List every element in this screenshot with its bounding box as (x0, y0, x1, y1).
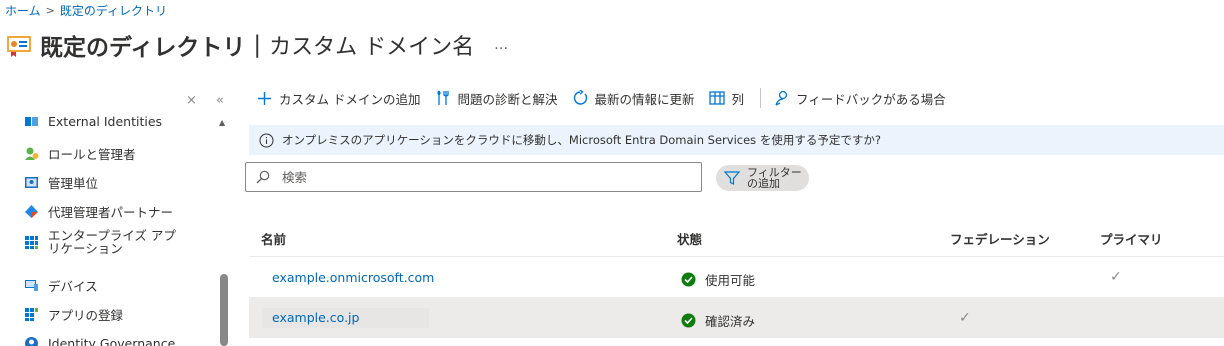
feedback-icon (773, 90, 790, 107)
status-cell: 使用可能 (681, 270, 755, 289)
sidebar-item-devices[interactable]: デバイス (24, 276, 98, 295)
page-title: 既定のディレクトリ (40, 35, 246, 61)
primary-check: ✓ (1110, 269, 1122, 285)
refresh-button[interactable]: 最新の情報に更新 (572, 89, 695, 108)
diagnose-solve-label: 問題の診断と解決 (457, 91, 558, 107)
toolbar-divider (760, 88, 762, 108)
directory-icon (7, 36, 31, 57)
columns-button[interactable]: 列 (709, 89, 745, 108)
add-filter-button[interactable]: フィルターの追加 (716, 165, 809, 191)
enterprise-apps-icon (25, 235, 38, 249)
add-custom-domain-label: カスタム ドメインの追加 (279, 91, 421, 107)
collapse-sidebar-icon[interactable]: « (216, 93, 224, 108)
sidebar-item-app-registrations[interactable]: アプリの登録 (24, 305, 123, 324)
wrench-icon (434, 90, 451, 107)
info-banner: オンプレミスのアプリケーションをクラウドに移動し、Microsoft Entra… (249, 125, 1224, 155)
feedback-label: フィードバックがある場合 (796, 91, 946, 107)
search-input[interactable] (282, 169, 682, 185)
page-subtitle: カスタム ドメイン名 (269, 35, 475, 60)
sidebar-item-external-identities[interactable]: External Identities (24, 114, 162, 129)
federation-check: ✓ (959, 310, 971, 326)
sidebar-item-identity-governance[interactable]: Identity Governance (24, 336, 175, 346)
devices-icon (25, 280, 38, 291)
check-circle-icon (681, 272, 696, 287)
plus-icon (256, 90, 273, 107)
diagnose-solve-button[interactable]: 問題の診断と解決 (434, 89, 558, 108)
sidebar-item-label: External Identities (48, 114, 163, 129)
sidebar-scrollbar[interactable] (220, 274, 228, 346)
sidebar-item-admin-units[interactable]: 管理単位 (24, 173, 98, 192)
sidebar: × « ▲ External Identities ロールと管理者 管理単位 代… (0, 84, 240, 346)
external-identities-icon (25, 117, 38, 126)
sidebar-item-label: デバイス (48, 279, 98, 294)
add-custom-domain-button[interactable]: カスタム ドメインの追加 (256, 89, 420, 108)
title-separator: | (253, 32, 262, 58)
status-text: 使用可能 (705, 273, 756, 288)
breadcrumb: ホーム > 既定のディレクトリ (5, 2, 167, 19)
table-row[interactable]: example.co.jp 確認済み ✓ (249, 298, 1224, 338)
info-icon (259, 133, 274, 147)
breadcrumb-separator: > (45, 4, 55, 17)
identity-governance-icon (25, 337, 38, 346)
column-header-federation[interactable]: フェデレーション (950, 229, 1050, 248)
feedback-button[interactable]: フィードバックがある場合 (773, 89, 946, 108)
page-header: 既定のディレクトリ | カスタム ドメイン名 … (6, 28, 508, 62)
breadcrumb-home[interactable]: ホーム (5, 2, 41, 19)
admin-units-icon (25, 177, 38, 188)
columns-icon (709, 90, 726, 107)
sidebar-item-label: Identity Governance (48, 336, 176, 346)
sidebar-item-enterprise-apps[interactable]: エンタープライズ アプリケーション (24, 229, 188, 255)
scroll-up-arrow[interactable]: ▲ (219, 118, 225, 127)
sidebar-item-label: ロールと管理者 (48, 147, 136, 162)
filter-icon (724, 171, 740, 185)
sidebar-item-label: アプリの登録 (48, 308, 124, 323)
status-cell: 確認済み (681, 311, 755, 330)
info-banner-text: オンプレミスのアプリケーションをクラウドに移動し、Microsoft Entra… (282, 133, 881, 147)
sidebar-item-roles-admins[interactable]: ロールと管理者 (24, 144, 136, 163)
more-options-button[interactable]: … (494, 37, 508, 53)
column-header-primary[interactable]: プライマリ (1100, 229, 1163, 248)
sidebar-item-label: 代理管理者パートナー (48, 205, 174, 220)
close-icon[interactable]: × (186, 93, 197, 108)
table-row[interactable]: example.onmicrosoft.com 使用可能 ✓ (249, 257, 1224, 297)
command-bar: カスタム ドメインの追加 問題の診断と解決 最新の情報に更新 列 フィードバック… (256, 86, 960, 110)
add-filter-label: フィルターの追加 (747, 166, 802, 190)
app-registrations-icon (25, 308, 38, 321)
column-header-name[interactable]: 名前 (261, 229, 286, 248)
check-circle-icon (681, 313, 696, 328)
column-header-status[interactable]: 状態 (677, 229, 702, 248)
domain-name-link[interactable]: example.onmicrosoft.com (272, 270, 434, 285)
sidebar-item-delegated-partners[interactable]: 代理管理者パートナー (24, 202, 173, 221)
search-icon (256, 170, 270, 184)
columns-label: 列 (731, 91, 745, 107)
delegated-partners-icon (25, 205, 38, 218)
refresh-icon (572, 90, 589, 107)
refresh-label: 最新の情報に更新 (594, 91, 695, 107)
breadcrumb-current[interactable]: 既定のディレクトリ (60, 2, 167, 19)
search-box[interactable] (245, 162, 702, 192)
status-text: 確認済み (705, 314, 756, 329)
domain-name-link[interactable]: example.co.jp (262, 308, 429, 328)
roles-admins-icon (25, 147, 39, 160)
sidebar-item-label: エンタープライズ アプリケーション (48, 228, 176, 256)
sidebar-item-label: 管理単位 (48, 176, 99, 191)
